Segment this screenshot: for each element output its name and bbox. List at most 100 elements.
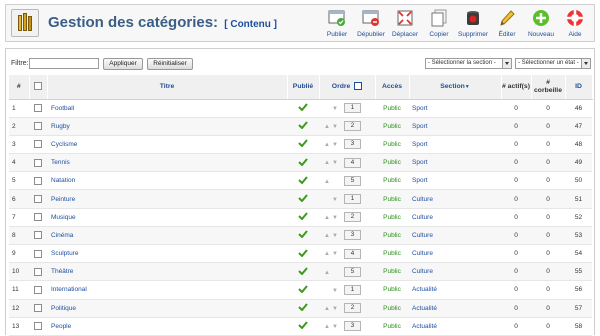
category-title-link[interactable]: People: [51, 323, 71, 330]
order-down-arrow-icon[interactable]: ▼: [331, 288, 339, 294]
new-button[interactable]: Nouveau: [524, 7, 558, 41]
section-link[interactable]: Culture: [412, 196, 433, 203]
row-checkbox[interactable]: [34, 231, 42, 240]
category-title-link[interactable]: Peinture: [51, 196, 75, 203]
order-down-arrow-icon[interactable]: ▼: [331, 142, 339, 148]
published-check-icon[interactable]: [298, 176, 308, 184]
row-access[interactable]: Public: [375, 153, 409, 173]
order-input[interactable]: 3: [344, 321, 361, 332]
section-link[interactable]: Culture: [412, 214, 433, 221]
row-checkbox[interactable]: [34, 249, 42, 258]
header-title[interactable]: Titre: [47, 75, 288, 100]
delete-button[interactable]: Supprimer: [456, 7, 490, 41]
row-checkbox[interactable]: [34, 322, 42, 331]
header-section[interactable]: Section▼: [409, 75, 502, 100]
apply-button[interactable]: Appliquer: [103, 58, 143, 70]
order-input[interactable]: 5: [344, 175, 361, 186]
row-access[interactable]: Public: [375, 117, 409, 136]
row-access[interactable]: Public: [375, 280, 409, 300]
row-checkbox[interactable]: [34, 285, 42, 294]
published-check-icon[interactable]: [298, 321, 308, 330]
row-access[interactable]: Public: [375, 171, 409, 191]
row-access[interactable]: Public: [375, 135, 409, 155]
category-title-link[interactable]: Théâtre: [51, 268, 73, 275]
filter-input[interactable]: [29, 58, 99, 69]
row-checkbox[interactable]: [34, 195, 42, 204]
header-access[interactable]: Accès: [375, 75, 410, 100]
order-up-arrow-icon[interactable]: ▲: [323, 270, 331, 276]
row-access[interactable]: Public: [375, 99, 409, 118]
order-up-arrow-icon[interactable]: ▲: [323, 233, 331, 239]
unpublish-button[interactable]: Dépublier: [354, 7, 388, 41]
edit-button[interactable]: Éditer: [490, 7, 524, 41]
section-link[interactable]: Sport: [412, 123, 428, 130]
section-link[interactable]: Culture: [412, 268, 433, 275]
order-up-arrow-icon[interactable]: ▲: [323, 160, 331, 166]
reset-button[interactable]: Réinitialiser: [147, 58, 193, 70]
row-checkbox[interactable]: [34, 140, 42, 149]
order-input[interactable]: 2: [344, 212, 361, 223]
row-checkbox[interactable]: [34, 213, 42, 222]
category-title-link[interactable]: Cinéma: [51, 232, 73, 239]
row-access[interactable]: Public: [375, 226, 409, 246]
order-input[interactable]: 2: [344, 303, 361, 314]
row-access[interactable]: Public: [375, 244, 409, 264]
row-checkbox[interactable]: [34, 122, 42, 131]
header-order[interactable]: Ordre: [319, 75, 376, 100]
published-check-icon[interactable]: [298, 303, 308, 312]
section-link[interactable]: Actualité: [412, 305, 437, 312]
order-input[interactable]: 4: [344, 248, 361, 259]
category-title-link[interactable]: International: [51, 286, 87, 293]
row-access[interactable]: Public: [375, 299, 409, 318]
order-input[interactable]: 3: [344, 230, 361, 241]
order-down-arrow-icon[interactable]: ▼: [331, 251, 339, 257]
help-button[interactable]: Aide: [558, 7, 592, 41]
order-up-arrow-icon[interactable]: ▲: [323, 324, 331, 330]
order-down-arrow-icon[interactable]: ▼: [331, 233, 339, 239]
header-published[interactable]: Publié: [287, 75, 320, 100]
order-input[interactable]: 2: [344, 121, 361, 132]
order-down-arrow-icon[interactable]: ▼: [331, 124, 339, 130]
section-link[interactable]: Sport: [412, 177, 428, 184]
published-check-icon[interactable]: [298, 194, 308, 203]
row-checkbox[interactable]: [34, 104, 42, 113]
category-title-link[interactable]: Natation: [51, 177, 75, 184]
order-down-arrow-icon[interactable]: ▼: [331, 324, 339, 330]
order-up-arrow-icon[interactable]: ▲: [323, 251, 331, 257]
row-access[interactable]: Public: [375, 262, 409, 282]
order-down-arrow-icon[interactable]: ▼: [331, 197, 339, 203]
order-input[interactable]: 3: [344, 139, 361, 150]
category-title-link[interactable]: Tennis: [51, 159, 70, 166]
order-down-arrow-icon[interactable]: ▼: [331, 160, 339, 166]
section-select[interactable]: - Sélectionner la section -: [425, 58, 512, 69]
published-check-icon[interactable]: [298, 230, 308, 239]
publish-button[interactable]: Publier: [320, 7, 354, 41]
published-check-icon[interactable]: [298, 103, 308, 112]
row-checkbox[interactable]: [34, 158, 42, 167]
row-access[interactable]: Public: [375, 208, 409, 227]
category-title-link[interactable]: Rugby: [51, 123, 70, 130]
row-checkbox[interactable]: [34, 304, 42, 313]
order-up-arrow-icon[interactable]: ▲: [323, 215, 331, 221]
order-up-arrow-icon[interactable]: ▲: [323, 306, 331, 312]
state-select[interactable]: - Sélectionner un état -: [515, 58, 591, 69]
published-check-icon[interactable]: [298, 267, 308, 275]
order-input[interactable]: 4: [344, 157, 361, 168]
order-input[interactable]: 1: [344, 194, 361, 205]
published-check-icon[interactable]: [298, 158, 308, 166]
section-link[interactable]: Sport: [412, 159, 428, 166]
order-down-arrow-icon[interactable]: ▼: [331, 106, 339, 112]
published-check-icon[interactable]: [298, 212, 308, 221]
row-access[interactable]: Public: [375, 189, 409, 209]
header-id[interactable]: ID: [565, 75, 593, 100]
section-link[interactable]: Sport: [412, 141, 428, 148]
select-all-checkbox[interactable]: [34, 82, 42, 91]
section-link[interactable]: Actualité: [412, 286, 437, 293]
move-button[interactable]: Déplacer: [388, 7, 422, 41]
order-up-arrow-icon[interactable]: ▲: [323, 124, 331, 130]
published-check-icon[interactable]: [298, 121, 308, 130]
row-checkbox[interactable]: [34, 176, 42, 185]
section-link[interactable]: Sport: [412, 105, 428, 112]
category-title-link[interactable]: Musique: [51, 214, 76, 221]
category-title-link[interactable]: Cyclisme: [51, 141, 77, 148]
